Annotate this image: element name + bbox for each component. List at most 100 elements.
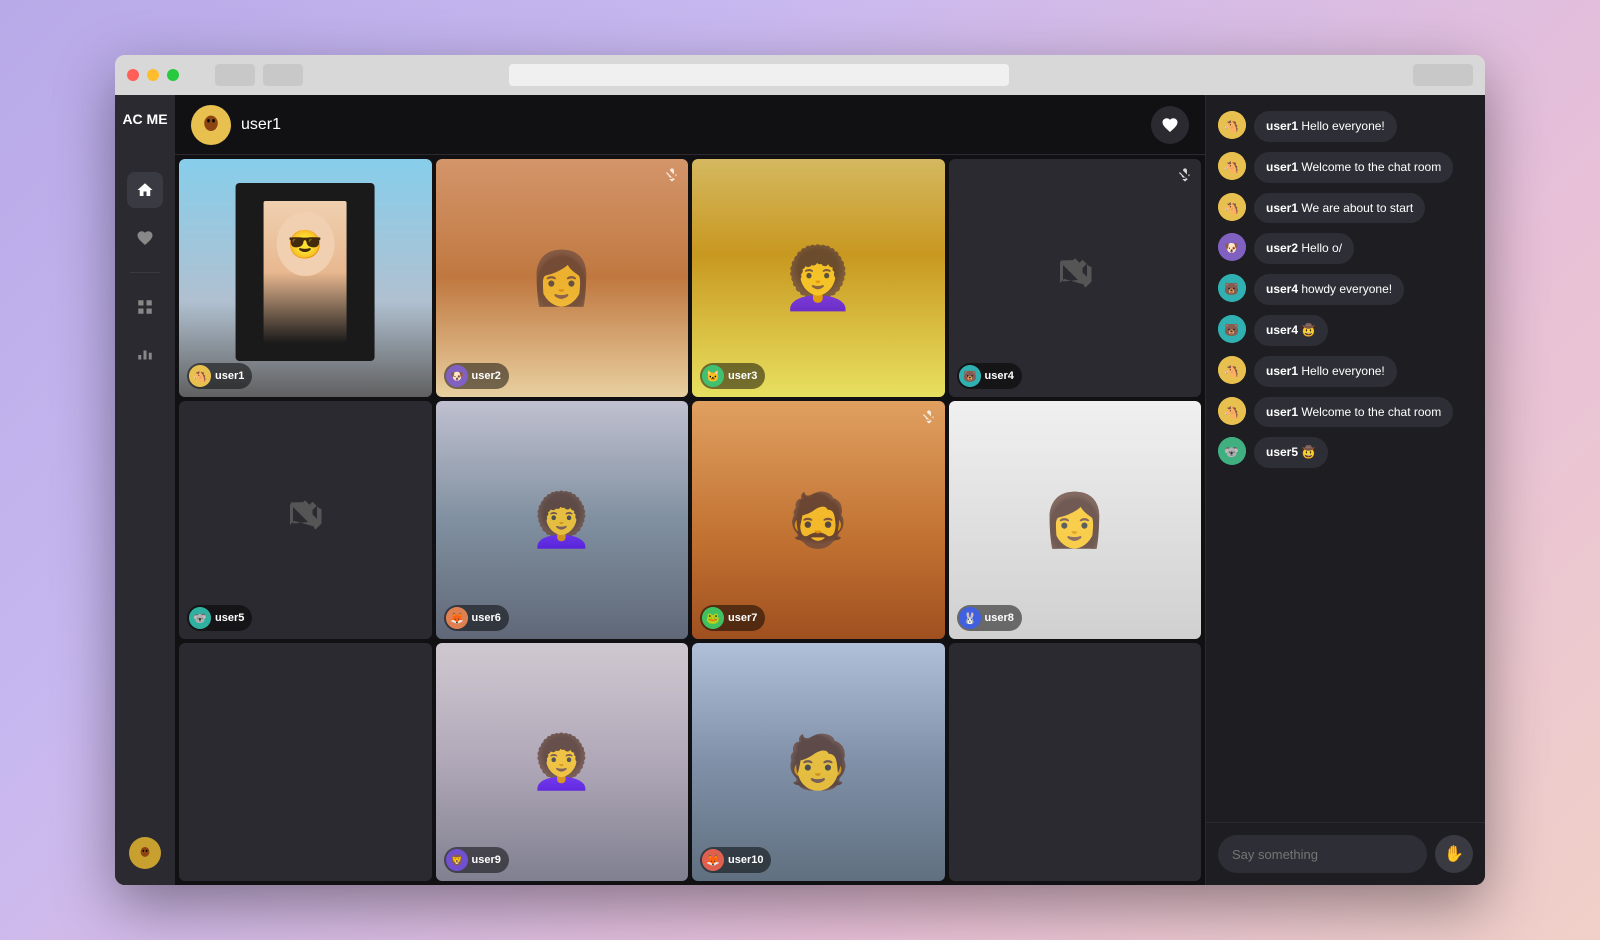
chat-message-4: 🐶 user2 Hello o/ (1218, 233, 1473, 264)
svg-text:🐴: 🐴 (1224, 160, 1239, 174)
svg-text:🐸: 🐸 (706, 612, 720, 625)
video-cell-user5: 🐨 user5 (179, 401, 432, 639)
nav-stats[interactable] (127, 337, 163, 373)
svg-text:🐰: 🐰 (963, 612, 977, 625)
cam-off-user4 (1057, 256, 1093, 301)
svg-text:🐶: 🐶 (450, 371, 464, 383)
video-cell-user4: 🐻 user4 (949, 159, 1202, 397)
user-label-user4: 🐻 user4 (957, 363, 1022, 389)
browser-maximize-btn[interactable] (167, 69, 179, 81)
browser-titlebar (115, 55, 1485, 95)
chat-bubble-5: user4 howdy everyone! (1254, 274, 1404, 305)
video-cell-user3: 👩‍🦱 🐱 user3 (692, 159, 945, 397)
nav-grid[interactable] (127, 289, 163, 325)
svg-text:🐱: 🐱 (706, 370, 720, 383)
chat-message-1: 🐴 user1 Hello everyone! (1218, 111, 1473, 142)
svg-text:🐨: 🐨 (193, 613, 207, 625)
svg-text:🐶: 🐶 (1224, 241, 1239, 255)
video-cell-user10: 🧑 🦊 user10 (692, 643, 945, 881)
chat-bubble-6: user4 🤠 (1254, 315, 1328, 346)
chat-avatar-2: 🐴 (1218, 152, 1246, 180)
video-cell-user6: 👩‍🦱 🦊 user6 (436, 401, 689, 639)
chat-bubble-8: user1 Welcome to the chat room (1254, 397, 1453, 428)
app-logo: AC ME (122, 111, 167, 128)
chat-message-6: 🐻 user4 🤠 (1218, 315, 1473, 346)
browser-window: AC ME (115, 55, 1485, 885)
browser-minimize-btn[interactable] (147, 69, 159, 81)
chat-avatar-7: 🐴 (1218, 356, 1246, 384)
video-grid: 😎 🐴 user1 (175, 155, 1205, 885)
video-cell-user9: 👩‍🦱 🦁 user9 (436, 643, 689, 881)
chat-avatar-9: 🐨 (1218, 437, 1246, 465)
chat-avatar-1: 🐴 (1218, 111, 1246, 139)
svg-text:🐻: 🐻 (1224, 281, 1239, 296)
user-label-user6: 🦊 user6 (444, 605, 509, 631)
browser-url-bar[interactable] (509, 64, 1009, 86)
cam-off-user5 (287, 498, 323, 543)
svg-text:🐴: 🐴 (193, 370, 207, 383)
nav-favorites[interactable] (127, 220, 163, 256)
browser-extensions-btn[interactable] (1413, 64, 1473, 86)
user-label-user2: 🐶 user2 (444, 363, 509, 389)
svg-text:🐨: 🐨 (1224, 445, 1239, 459)
nav-home[interactable] (127, 172, 163, 208)
sidebar-logo: AC ME (115, 95, 175, 885)
svg-text:🦊: 🦊 (706, 854, 720, 867)
host-avatar (191, 105, 231, 145)
chat-send-button[interactable]: ✋ (1435, 835, 1473, 873)
chat-bubble-3: user1 We are about to start (1254, 193, 1425, 224)
video-cell-user7: 🧔 🐸 user7 (692, 401, 945, 639)
heart-button[interactable] (1151, 106, 1189, 144)
chat-bubble-7: user1 Hello everyone! (1254, 356, 1397, 387)
chat-bubble-9: user5 🤠 (1254, 437, 1328, 468)
video-cell-empty-r3c1 (179, 643, 432, 881)
browser-forward-btn[interactable] (263, 64, 303, 86)
chat-message-7: 🐴 user1 Hello everyone! (1218, 356, 1473, 387)
svg-text:🐻: 🐻 (963, 369, 977, 383)
browser-back-btn[interactable] (215, 64, 255, 86)
svg-text:🐻: 🐻 (1224, 322, 1239, 337)
chat-avatar-3: 🐴 (1218, 193, 1246, 221)
video-cell-empty-r3c4 (949, 643, 1202, 881)
chat-bubble-4: user2 Hello o/ (1254, 233, 1354, 264)
svg-text:🦁: 🦁 (450, 854, 464, 867)
chat-bubble-2: user1 Welcome to the chat room (1254, 152, 1453, 183)
svg-text:🐴: 🐴 (1224, 405, 1239, 419)
svg-text:🐴: 🐴 (1224, 364, 1239, 378)
chat-sidebar: 🐴 user1 Hello everyone! 🐴 user1 Welcome … (1205, 95, 1485, 885)
browser-content: AC ME (115, 95, 1485, 885)
user-label-user1: 🐴 user1 (187, 363, 252, 389)
chat-avatar-5: 🐻 (1218, 274, 1246, 302)
svg-text:🐴: 🐴 (1224, 119, 1239, 133)
main-content: user1 (175, 95, 1205, 885)
chat-message-9: 🐨 user5 🤠 (1218, 437, 1473, 468)
mic-off-user4 (1177, 167, 1193, 188)
chat-input-area: ✋ (1206, 822, 1485, 885)
video-cell-user2: 👩 🐶 user2 (436, 159, 689, 397)
host-name: user1 (241, 116, 281, 134)
user-self-avatar[interactable] (129, 837, 161, 869)
chat-message-8: 🐴 user1 Welcome to the chat room (1218, 397, 1473, 428)
user-label-user7: 🐸 user7 (700, 605, 765, 631)
user-label-user8: 🐰 user8 (957, 605, 1022, 631)
chat-bubble-1: user1 Hello everyone! (1254, 111, 1397, 142)
browser-close-btn[interactable] (127, 69, 139, 81)
user-label-user9: 🦁 user9 (444, 847, 509, 873)
chat-input[interactable] (1218, 835, 1427, 873)
chat-messages-list: 🐴 user1 Hello everyone! 🐴 user1 Welcome … (1206, 95, 1485, 822)
svg-text:🐴: 🐴 (1224, 201, 1239, 215)
chat-message-2: 🐴 user1 Welcome to the chat room (1218, 152, 1473, 183)
user-label-user3: 🐱 user3 (700, 363, 765, 389)
chat-avatar-4: 🐶 (1218, 233, 1246, 261)
chat-avatar-6: 🐻 (1218, 315, 1246, 343)
mic-off-user2 (664, 167, 680, 188)
user-label-user10: 🦊 user10 (700, 847, 771, 873)
chat-message-3: 🐴 user1 We are about to start (1218, 193, 1473, 224)
top-bar: user1 (175, 95, 1205, 155)
user-label-user5: 🐨 user5 (187, 605, 252, 631)
svg-text:🦊: 🦊 (450, 612, 464, 625)
chat-avatar-8: 🐴 (1218, 397, 1246, 425)
chat-message-5: 🐻 user4 howdy everyone! (1218, 274, 1473, 305)
video-cell-user8: 👩 🐰 user8 (949, 401, 1202, 639)
video-cell-user1: 😎 🐴 user1 (179, 159, 432, 397)
